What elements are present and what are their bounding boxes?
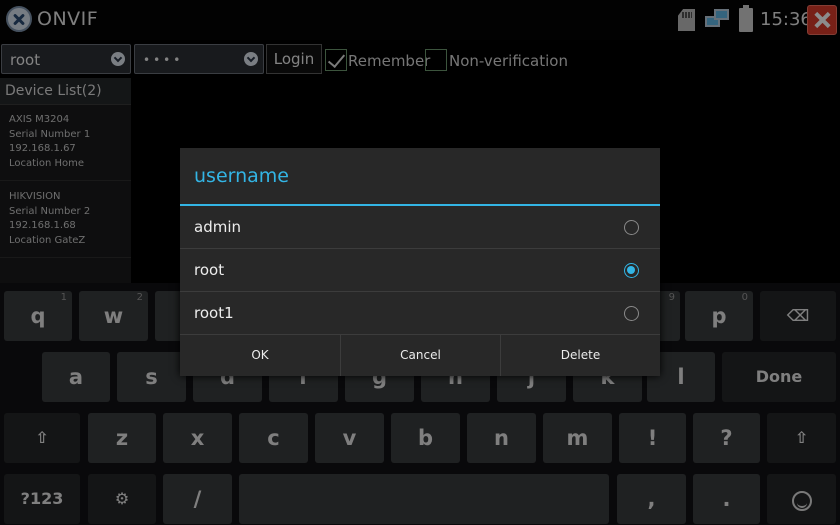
radio-button[interactable] xyxy=(624,306,639,321)
option-label: admin xyxy=(194,218,241,236)
option-label: root1 xyxy=(194,304,234,322)
option-label: root xyxy=(194,261,225,279)
radio-button-selected[interactable] xyxy=(624,263,639,278)
cancel-button[interactable]: Cancel xyxy=(340,335,500,376)
radio-button[interactable] xyxy=(624,220,639,235)
dialog-title: username xyxy=(180,148,660,206)
dialog-option-root[interactable]: root xyxy=(180,249,660,292)
delete-button[interactable]: Delete xyxy=(500,335,660,376)
dialog-button-bar: OK Cancel Delete xyxy=(180,335,660,376)
dialog-option-admin[interactable]: admin xyxy=(180,206,660,249)
dialog-option-root1[interactable]: root1 xyxy=(180,292,660,335)
username-dialog: username admin root root1 OK Cancel Dele… xyxy=(180,148,660,376)
ok-button[interactable]: OK xyxy=(180,335,340,376)
